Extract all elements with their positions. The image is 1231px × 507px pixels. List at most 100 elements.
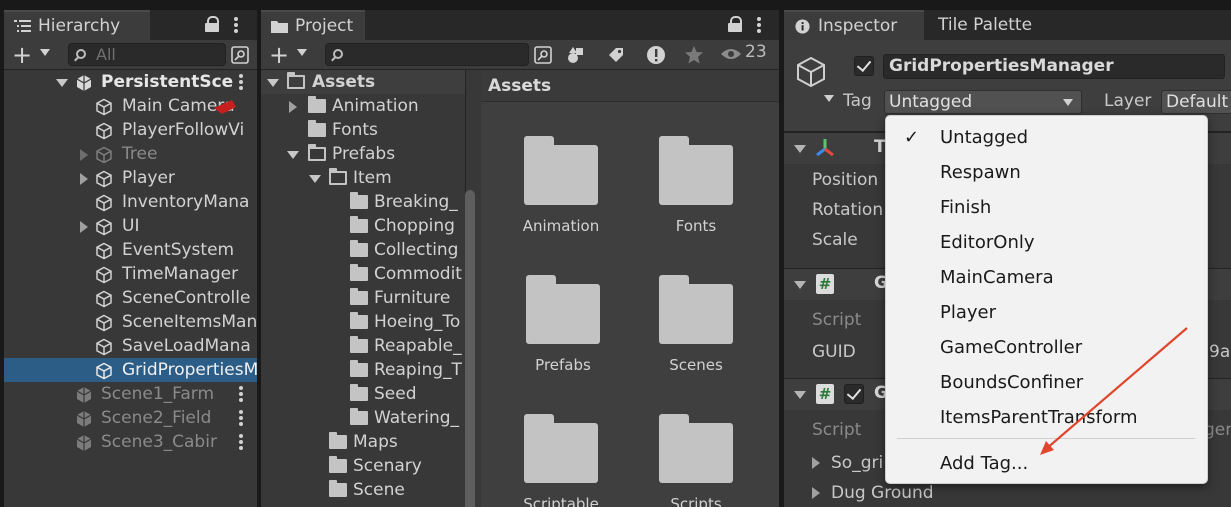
chevron-down-icon[interactable] [40,49,50,56]
tab-hierarchy[interactable]: Hierarchy [4,10,150,40]
menu-item-editoronly[interactable]: EditorOnly [886,225,1207,260]
menu-item-respawn[interactable]: Respawn [886,155,1207,190]
tree-item-animation[interactable]: Animation [261,94,465,118]
script-value[interactable]: ger [1204,420,1231,440]
tree-item-prefabs[interactable]: Prefabs [261,142,465,166]
expand-toggle-icon[interactable] [80,173,88,185]
tree-item-hoeing[interactable]: Hoeing_To [261,310,465,334]
tree-item-assets[interactable]: Assets [261,70,465,94]
asset-folder-prefabs[interactable]: Prefabs [503,275,623,374]
lock-icon[interactable] [728,16,742,32]
expand-toggle-icon[interactable] [80,221,88,233]
chevron-down-icon[interactable] [824,95,834,102]
hierarchy-item-saveloadmanager[interactable]: SaveLoadMana [4,334,257,358]
more-options-icon[interactable] [239,434,243,452]
hierarchy-item-tree[interactable]: Tree [4,142,257,166]
tree-item-seed[interactable]: Seed [261,382,465,406]
tree-item-commodity[interactable]: Commodit [261,262,465,286]
hierarchy-item-timemanager[interactable]: TimeManager [4,262,257,286]
tree-item-reaping[interactable]: Reaping_T [261,358,465,382]
expand-toggle-icon[interactable] [812,457,820,469]
asset-folder-animation[interactable]: Animation [501,136,621,235]
hierarchy-item-sceneitemsmanager[interactable]: SceneItemsMan [4,310,257,334]
hierarchy-item-gridpropertiesmanager[interactable]: GridPropertiesM [4,358,257,382]
tree-item-chopping[interactable]: Chopping [261,214,465,238]
asset-folder-scripts[interactable]: Scripts [636,414,756,507]
hierarchy-item-playerfollowvirtualcamera[interactable]: PlayerFollowVi [4,118,257,142]
tree-item-collecting[interactable]: Collecting [261,238,465,262]
tree-item-label: Seed [374,384,417,404]
hierarchy-item-persistentscene[interactable]: PersistentSce [4,70,257,94]
menu-item-add-tag[interactable]: Add Tag... [886,446,1207,481]
menu-item-untagged[interactable]: ✓ Untagged [886,120,1207,155]
eye-icon[interactable] [720,46,742,67]
expand-toggle-icon[interactable] [309,175,321,183]
warning-filter-icon[interactable] [643,42,669,68]
hierarchy-item-label: TimeManager [122,264,239,284]
create-button[interactable]: + [269,42,289,68]
expand-toggle-icon[interactable] [794,391,806,399]
tree-item-item[interactable]: Item [261,166,465,190]
more-options-icon[interactable] [239,410,243,428]
tab-tile-palette[interactable]: Tile Palette [928,10,1042,40]
expand-toggle-icon[interactable] [289,101,297,113]
tree-item-watering[interactable]: Watering_ [261,406,465,430]
tab-project[interactable]: Project [261,10,365,40]
menu-item-itemsparenttransform[interactable]: ItemsParentTransform [886,400,1207,435]
grid-breadcrumb[interactable]: Assets [481,70,779,102]
tree-item-maps[interactable]: Maps [261,430,465,454]
favorites-star-icon[interactable] [681,42,707,68]
hierarchy-item-scene1-farm[interactable]: Scene1_Farm [4,382,257,406]
create-button[interactable]: + [12,42,32,68]
hierarchy-item-inventorymanager[interactable]: InventoryMana [4,190,257,214]
hierarchy-item-scene3-cabin[interactable]: Scene3_Cabir [4,430,257,454]
tree-item-fonts[interactable]: Fonts [261,118,465,142]
asset-folder-fonts[interactable]: Fonts [636,136,756,235]
tree-item-scenary[interactable]: Scenary [261,454,465,478]
tree-item-scene[interactable]: Scene [261,478,465,502]
menu-item-maincamera[interactable]: MainCamera [886,260,1207,295]
more-options-icon[interactable] [757,17,761,35]
asset-folder-scriptable[interactable]: Scriptable [501,414,621,507]
tab-inspector[interactable]: Inspector [784,10,924,40]
tree-item-breaking[interactable]: Breaking_ [261,190,465,214]
hierarchy-item-scene2-field[interactable]: Scene2_Field [4,406,257,430]
hierarchy-item-eventsystem[interactable]: EventSystem [4,238,257,262]
guid-value[interactable]: 9a [1209,342,1230,362]
filter-by-type-icon[interactable] [563,42,589,68]
active-checkbox[interactable] [854,56,874,76]
filter-by-label-icon[interactable] [603,42,629,68]
layer-dropdown[interactable]: Default [1161,90,1231,114]
menu-item-boundsconfiner[interactable]: BoundsConfiner [886,365,1207,400]
expand-toggle-icon[interactable] [80,149,88,161]
expand-toggle-icon[interactable] [794,145,806,153]
expand-toggle-icon[interactable] [56,79,68,87]
tree-scrollbar[interactable] [465,190,475,507]
tree-item-reapable[interactable]: Reapable_ [261,334,465,358]
menu-item-finish[interactable]: Finish [886,190,1207,225]
search-by-scene-icon[interactable] [530,42,556,68]
expand-toggle-icon[interactable] [267,79,279,87]
asset-folder-scenes[interactable]: Scenes [636,275,756,374]
hierarchy-item-player[interactable]: Player [4,166,257,190]
expand-toggle-icon[interactable] [794,281,806,289]
tag-dropdown[interactable]: Untagged [884,90,1082,114]
hierarchy-search-input[interactable]: All [68,43,226,66]
hierarchy-item-ui[interactable]: UI [4,214,257,238]
menu-item-player[interactable]: Player [886,295,1207,330]
more-options-icon[interactable] [239,74,243,92]
more-options-icon[interactable] [234,17,238,35]
object-name-field[interactable]: GridPropertiesManager [883,54,1225,79]
component-enabled-checkbox[interactable] [844,384,864,404]
lock-icon[interactable] [205,16,219,32]
more-options-icon[interactable] [239,386,243,404]
tree-item-furniture[interactable]: Furniture [261,286,465,310]
menu-item-gamecontroller[interactable]: GameController [886,330,1207,365]
chevron-down-icon[interactable] [297,49,307,56]
expand-toggle-icon[interactable] [287,151,299,159]
hierarchy-item-scenecontroller[interactable]: SceneControlle [4,286,257,310]
project-search-input[interactable] [325,43,529,66]
scene-view-search-icon[interactable] [227,42,253,68]
hierarchy-item-main-camera[interactable]: Main Camera [4,94,257,118]
expand-toggle-icon[interactable] [812,487,820,499]
